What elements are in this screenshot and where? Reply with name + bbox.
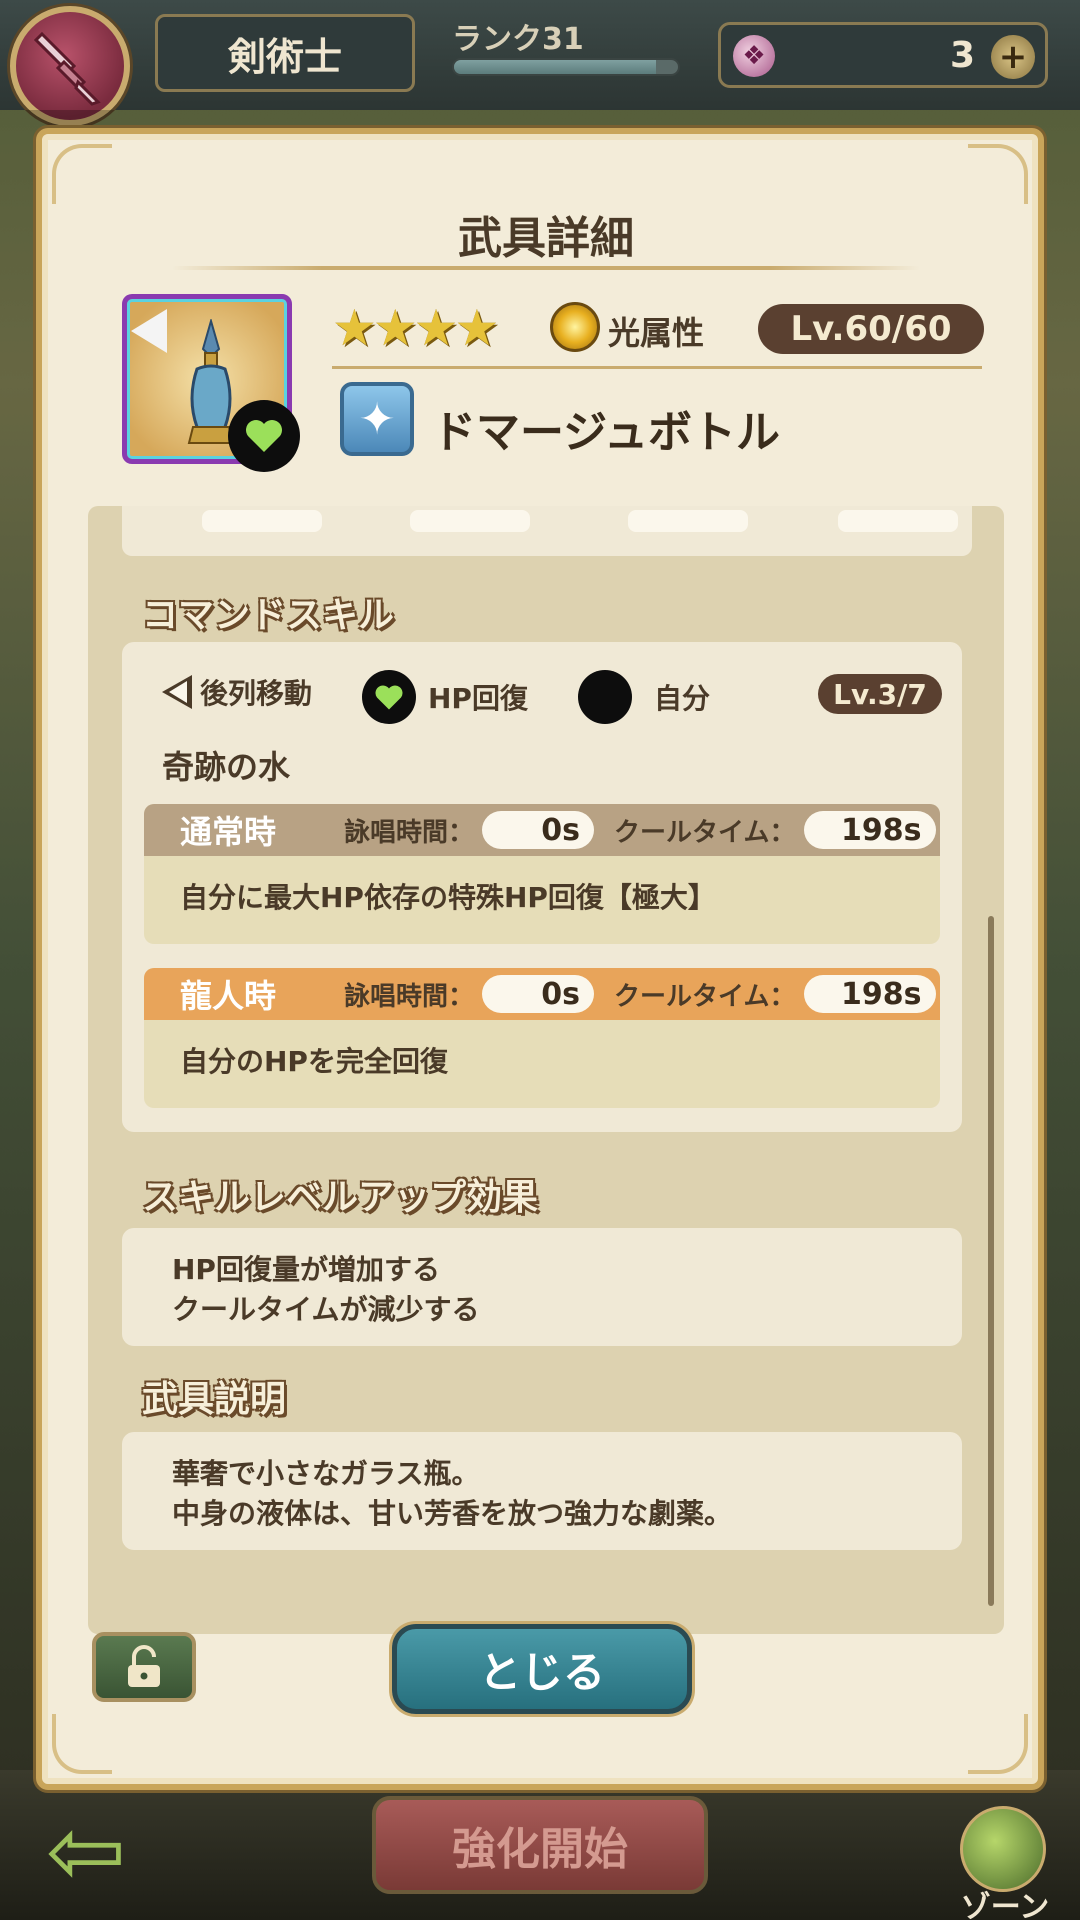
modal-title: 武具詳細 — [458, 213, 634, 264]
scrollbar[interactable] — [988, 916, 994, 1606]
divider — [332, 366, 982, 369]
ornament-corner — [52, 144, 112, 204]
attribute-label: 光属性 — [608, 314, 705, 352]
unlock-icon — [128, 1645, 160, 1687]
cooltime-value: 198s — [803, 975, 936, 1013]
skill-tag-heal: HP回復 — [362, 670, 528, 724]
currency-value: 3 — [949, 35, 975, 76]
cooltime-value: 198s — [803, 811, 936, 849]
zone-label: ゾーン — [960, 1890, 1050, 1920]
class-badge[interactable] — [10, 6, 130, 126]
command-skill-card: 後列移動 HP回復 自分 Lv.3/7 奇跡の水 通常時 詠唱時間： 0s クー… — [122, 642, 962, 1132]
normal-mode-header: 通常時 詠唱時間： 0s クールタイム： 198s — [144, 804, 940, 856]
skill-levelup-card: HP回復量が増加する クールタイムが減少する — [122, 1228, 962, 1346]
cast-time-label: 詠唱時間： — [344, 981, 475, 1012]
rarity-stars: ★★★★ — [332, 299, 499, 357]
detail-scroll-area[interactable]: コマンドスキル 後列移動 HP回復 自分 Lv.3/7 奇跡の水 通常時 詠唱時… — [88, 506, 1004, 1634]
skill-tag-target: 自分 — [578, 670, 710, 724]
skill-levelup-heading: スキルレベルアップ効果 — [142, 1177, 539, 1218]
ornament-corner — [968, 1714, 1028, 1774]
cast-time-value: 0s — [482, 811, 595, 849]
skill-tag-label: 後列移動 — [200, 677, 313, 710]
mode-title: 龍人時 — [180, 977, 277, 1015]
weapon-description-card: 華奢で小さなガラス瓶。 中身の液体は、甘い芳香を放つ強力な劇薬。 — [122, 1432, 962, 1550]
weapon-name: ドマージュボトル — [432, 407, 781, 458]
close-button[interactable]: とじる — [392, 1624, 692, 1714]
skill-tag-move: 後列移動 — [162, 672, 312, 712]
ornament-corner — [968, 144, 1028, 204]
lock-toggle-button[interactable] — [92, 1632, 196, 1702]
light-attribute-icon — [550, 302, 600, 352]
stats-row — [122, 506, 972, 556]
back-row-move-icon — [162, 675, 192, 709]
dragon-mode-header: 龍人時 詠唱時間： 0s クールタイム： 198s — [144, 968, 940, 1020]
levelup-effect: HP回復量が増加する — [172, 1253, 440, 1286]
description-line: 華奢で小さなガラス瓶。 — [172, 1457, 480, 1490]
rank-label: ランク31 — [452, 22, 584, 57]
stat-value-box — [838, 510, 958, 532]
dragon-mode-block: 龍人時 詠唱時間： 0s クールタイム： 198s 自分のHPを完全回復 — [144, 968, 940, 1108]
skill-name: 奇跡の水 — [162, 748, 291, 786]
stat-value-box — [202, 510, 322, 532]
cooltime-label: クールタイム： — [614, 817, 796, 848]
stat-value-box — [410, 510, 530, 532]
self-target-icon — [578, 670, 632, 724]
rank-progress-bar — [452, 58, 680, 76]
skill-tag-label: 自分 — [654, 682, 711, 715]
sword-icon — [34, 31, 101, 106]
command-skill-heading: コマンドスキル — [142, 595, 395, 636]
sparkle-icon: ✦ — [340, 382, 414, 456]
cast-time-label: 詠唱時間： — [344, 817, 475, 848]
back-arrow-icon[interactable]: ⇦ — [28, 1803, 144, 1899]
normal-mode-block: 通常時 詠唱時間： 0s クールタイム： 198s 自分に最大HP依存の特殊HP… — [144, 804, 940, 944]
mode-title: 通常時 — [180, 813, 277, 851]
heart-icon — [362, 670, 416, 724]
cast-time-value: 0s — [482, 975, 595, 1013]
divider — [172, 266, 920, 270]
levelup-effect: クールタイムが減少する — [172, 1293, 480, 1326]
skill-level: Lv.3/7 — [818, 674, 942, 714]
enhance-start-button[interactable]: 強化開始 — [372, 1796, 708, 1894]
skill-tag-label: HP回復 — [428, 682, 528, 715]
ornament-corner — [52, 1714, 112, 1774]
globe-icon — [960, 1806, 1046, 1892]
currency-display: ❖ 3 + — [718, 22, 1048, 88]
cooltime-label: クールタイム： — [614, 981, 796, 1012]
heart-icon — [228, 400, 300, 472]
stone-icon: ❖ — [733, 35, 775, 77]
plus-icon[interactable]: + — [991, 35, 1035, 79]
back-row-move-icon — [131, 309, 167, 353]
mode-description: 自分のHPを完全回復 — [180, 1045, 448, 1078]
class-name: 剣術士 — [155, 14, 415, 92]
weapon-level: Lv.60/60 — [758, 304, 984, 354]
description-line: 中身の液体は、甘い芳香を放つ強力な劇薬。 — [172, 1497, 733, 1530]
zone-button[interactable]: ゾーン — [950, 1806, 1060, 1920]
weapon-detail-modal: 武具詳細 ★★★★ 光属性 Lv.60/60 ✦ ドマージュボトル コマンドスキ… — [36, 128, 1044, 1790]
mode-description: 自分に最大HP依存の特殊HP回復【極大】 — [180, 881, 716, 914]
stat-value-box — [628, 510, 748, 532]
weapon-description-heading: 武具説明 — [142, 1379, 287, 1420]
